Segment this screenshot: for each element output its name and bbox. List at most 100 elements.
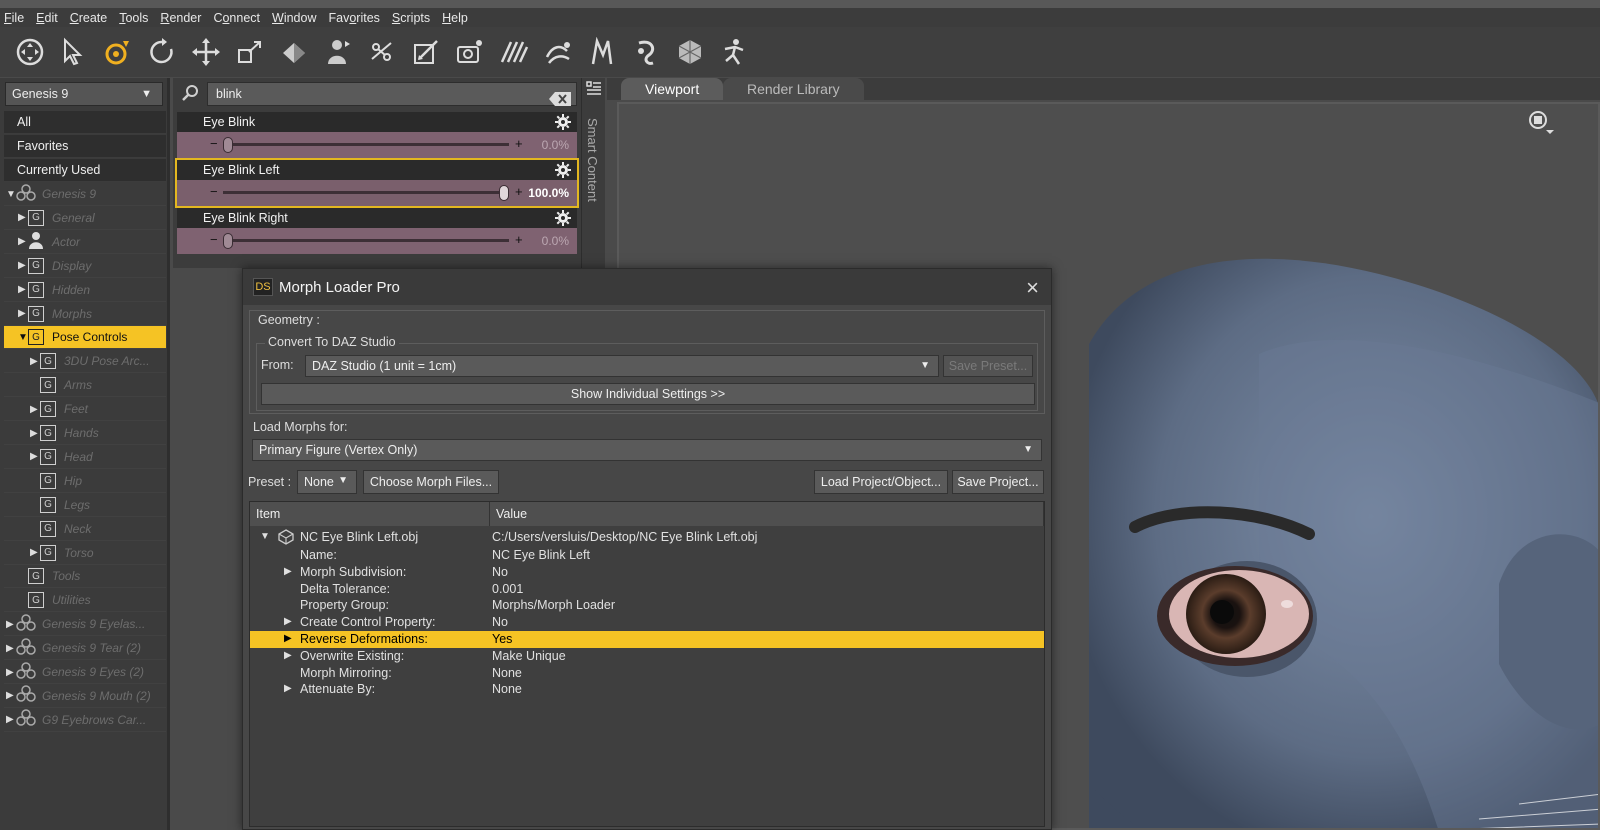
tab-viewport[interactable]: Viewport [621,78,724,100]
setting-value[interactable]: Make Unique [492,649,566,663]
file-row[interactable]: ▼ NC Eye Blink Left.obj C:/Users/verslui… [250,529,1044,546]
move-icon[interactable] [188,34,224,70]
gear-icon[interactable] [555,162,571,178]
setting-row[interactable]: ▶ Reverse Deformations: Yes [250,631,1044,648]
collapsed-arrow-icon[interactable]: ▶ [6,667,16,678]
tree-node[interactable]: G Neck [4,518,166,541]
tree-node[interactable]: ▶ G 3DU Pose Arc... [4,350,166,374]
from-select[interactable]: DAZ Studio (1 unit = 1cm) ▼ [305,355,939,377]
collapsed-arrow-icon[interactable]: ▶ [18,260,28,271]
slider-track[interactable]: − +0.0% [177,228,577,254]
scale-icon[interactable] [232,34,268,70]
tree-node[interactable]: ▶ G General [4,207,166,230]
setting-row[interactable]: ▶ Create Control Property: No [250,614,1044,631]
setting-row[interactable]: ▶ Morph Subdivision: No [250,564,1044,581]
tree-node[interactable]: ▼ Genesis 9 [4,183,166,206]
collapsed-arrow-icon[interactable]: ▶ [6,643,16,654]
active-pose-icon[interactable] [584,34,620,70]
setting-value[interactable]: No [492,615,508,629]
expand-arrow-icon[interactable]: ▶ [284,650,292,661]
tree-node[interactable]: G Legs [4,494,166,517]
figure-icon[interactable] [320,34,356,70]
setting-value[interactable]: No [492,565,508,579]
gear-icon[interactable] [555,114,571,130]
tree-node[interactable]: G Tools [4,565,166,589]
figure-selector[interactable]: Genesis 9 ▼ [5,82,163,106]
close-icon[interactable]: × [1026,275,1039,301]
decrement-icon[interactable]: − [210,184,218,199]
column-header-item[interactable]: Item [250,502,490,526]
slider-handle[interactable] [223,137,233,153]
universal-tool-icon[interactable] [12,34,48,70]
setting-value[interactable]: None [492,666,522,680]
decrement-icon[interactable]: − [210,136,218,151]
collapsed-arrow-icon[interactable]: ▶ [6,714,16,725]
collapsed-arrow-icon[interactable]: ▶ [30,547,40,558]
slider-track[interactable]: − +0.0% [177,132,577,158]
increment-icon[interactable]: + [515,184,523,199]
tree-node[interactable]: ▶ Actor [4,231,166,254]
tree-node[interactable]: ▶ G Feet [4,398,166,422]
slider-handle[interactable] [499,185,509,201]
property-slider[interactable]: Eye Blink Left − +100.0% [175,158,579,208]
spot-render-icon[interactable] [496,34,532,70]
joint-editor-icon[interactable] [364,34,400,70]
power-pose-icon[interactable] [628,34,664,70]
gear-icon[interactable] [555,210,571,226]
save-preset-button[interactable]: Save Preset... [943,355,1033,377]
tree-node[interactable]: ▶ Genesis 9 Tear (2) [4,637,166,661]
preset-select[interactable]: None ▼ [297,470,357,494]
property-value[interactable]: 100.0% [528,186,569,200]
camera-selector-icon[interactable] [1528,110,1554,143]
column-header-value[interactable]: Value [490,502,1044,526]
expand-arrow-icon[interactable]: ▶ [284,566,292,577]
setting-row[interactable]: Property Group: Morphs/Morph Loader [250,597,1044,614]
slider-track[interactable]: − +100.0% [177,180,577,206]
panel-menu-icon[interactable] [585,80,603,96]
expand-arrow-icon[interactable]: ▶ [284,616,292,627]
property-slider[interactable]: Eye Blink − +0.0% [177,112,577,158]
menu-item[interactable]: Tools [119,11,148,25]
slider-handle[interactable] [223,233,233,249]
decrement-icon[interactable]: − [210,232,218,247]
menu-item[interactable]: Favorites [329,11,380,25]
transfer-icon[interactable] [672,34,708,70]
collapsed-arrow-icon[interactable]: ▶ [6,619,16,630]
load-morphs-select[interactable]: Primary Figure (Vertex Only) ▼ [252,439,1042,461]
tree-node[interactable]: ▶ G Head [4,446,166,469]
region-navigator-icon[interactable] [540,34,576,70]
setting-row[interactable]: Delta Tolerance: 0.001 [250,581,1044,598]
expand-arrow-icon[interactable]: ▶ [284,633,292,644]
tree-node[interactable]: ▶ G Display [4,255,166,278]
tree-node[interactable]: G Hip [4,470,166,493]
collapsed-arrow-icon[interactable]: ▶ [30,404,40,415]
setting-value[interactable]: NC Eye Blink Left [492,548,590,562]
increment-icon[interactable]: + [515,136,523,151]
tree-node[interactable]: ▶ G Hidden [4,279,166,302]
tree-node[interactable]: ▶ G Hands [4,422,166,445]
setting-value[interactable]: None [492,682,522,696]
menu-item[interactable]: Edit [36,11,58,25]
setting-row[interactable]: ▶ Attenuate By: None [250,681,1044,698]
search-input[interactable]: blink [207,82,577,106]
menu-item[interactable]: Create [70,11,108,25]
expanded-arrow-icon[interactable]: ▼ [6,189,16,200]
group-tab-favorites[interactable]: Favorites [4,135,166,158]
collapsed-arrow-icon[interactable]: ▶ [30,428,40,439]
tree-node[interactable]: ▶ Genesis 9 Eyes (2) [4,661,166,684]
surface-selection-icon[interactable] [276,34,312,70]
collapsed-arrow-icon[interactable]: ▶ [18,308,28,319]
collapsed-arrow-icon[interactable]: ▶ [30,356,40,367]
camera-icon[interactable] [452,34,488,70]
translate-active-icon[interactable] [100,34,136,70]
collapsed-arrow-icon[interactable]: ▶ [18,236,28,247]
tree-node[interactable]: ▶ G Torso [4,542,166,565]
setting-row[interactable]: Name: NC Eye Blink Left [250,547,1044,564]
setting-value[interactable]: 0.001 [492,582,523,596]
menu-item[interactable]: Help [442,11,468,25]
node-selection-icon[interactable] [56,34,92,70]
setting-row[interactable]: ▶ Overwrite Existing: Make Unique [250,648,1044,665]
rotate-icon[interactable] [144,34,180,70]
pose-icon[interactable] [716,34,752,70]
menu-item[interactable]: Render [160,11,201,25]
